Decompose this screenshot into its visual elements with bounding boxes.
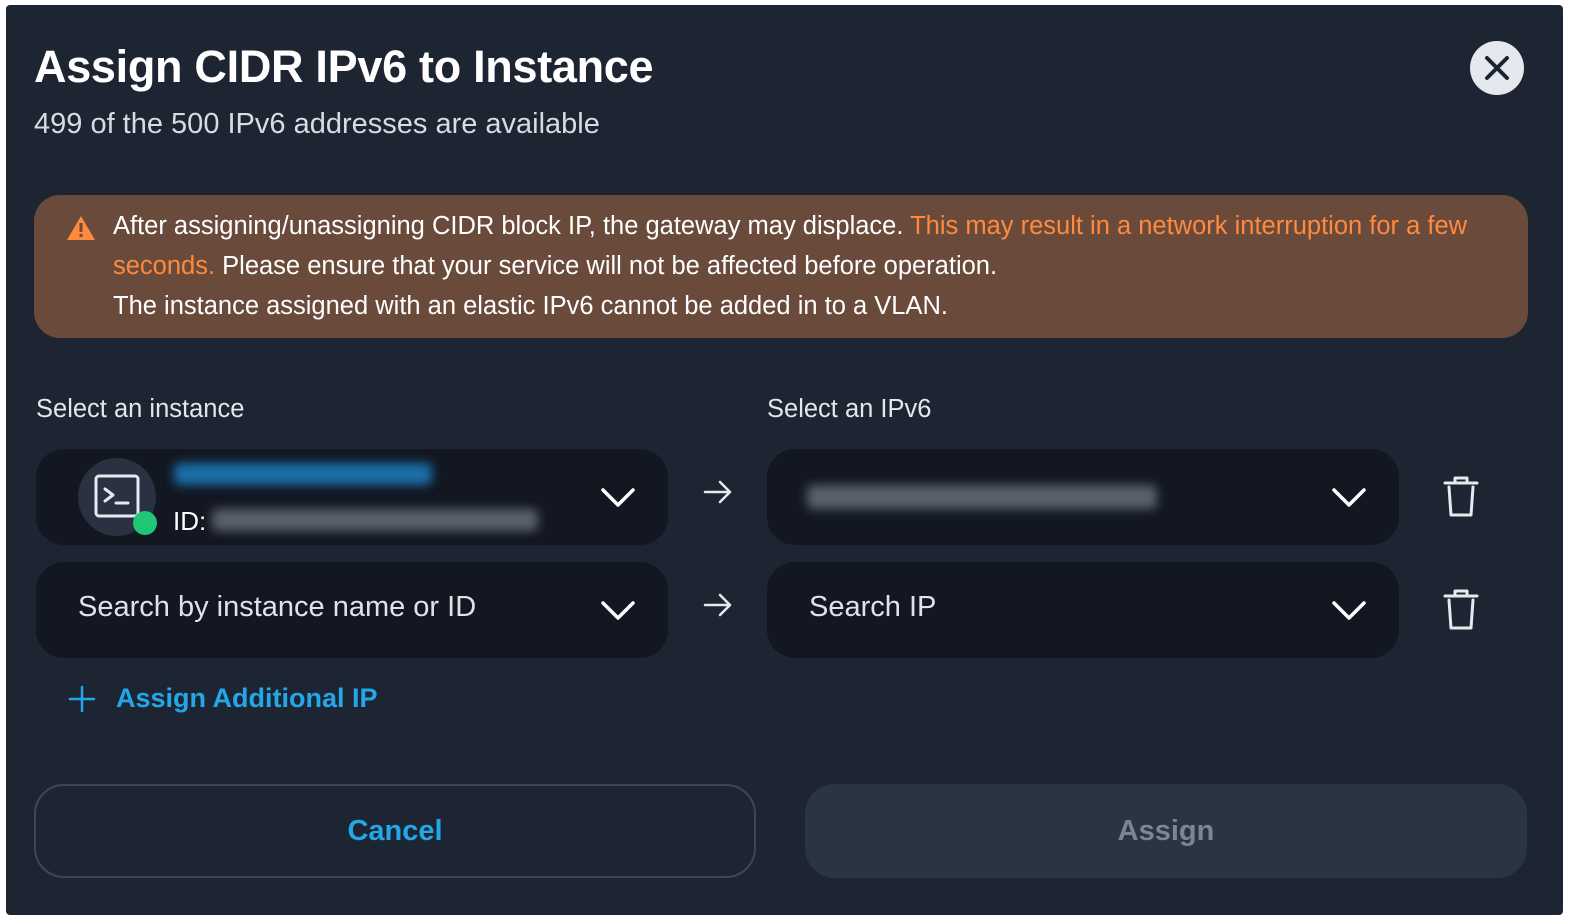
dialog-subtitle: 499 of the 500 IPv6 addresses are availa… [34,108,600,140]
warning-banner: After assigning/unassigning CIDR block I… [34,195,1528,338]
status-indicator [133,511,157,535]
instance-search-placeholder[interactable]: Search by instance name or ID [78,591,476,624]
warning-text: After assigning/unassigning CIDR block I… [113,206,1503,326]
assign-button[interactable]: Assign [805,784,1527,878]
warning-text-line3: The instance assigned with an elastic IP… [113,292,948,320]
dialog-title: Assign CIDR IPv6 to Instance [34,41,654,92]
close-button[interactable] [1470,41,1524,95]
chevron-down-icon[interactable] [1331,481,1367,513]
instance-id-redacted [212,509,538,531]
arrow-right-icon [703,480,732,504]
trash-icon[interactable] [1442,588,1480,632]
arrow-right-icon [703,593,732,617]
select-ipv6-label: Select an IPv6 [767,395,932,423]
instance-select-1[interactable]: ID: [36,449,668,545]
assign-additional-ip-button[interactable]: Assign Additional IP [68,683,378,714]
warning-text-part1: After assigning/unassigning CIDR block I… [113,212,911,240]
assign-additional-ip-label: Assign Additional IP [116,683,378,713]
warning-triangle-icon [67,216,95,240]
cancel-button[interactable]: Cancel [34,784,756,878]
ip-search-placeholder[interactable]: Search IP [809,591,936,624]
chevron-down-icon[interactable] [1331,594,1367,626]
select-instance-label: Select an instance [36,395,245,423]
assign-cidr-dialog: Assign CIDR IPv6 to Instance 499 of the … [6,5,1563,915]
instance-id-label: ID: [173,506,207,536]
trash-icon[interactable] [1442,475,1480,519]
ipv6-select-1[interactable] [767,449,1399,545]
close-icon [1485,56,1509,80]
warning-text-part2: Please ensure that your service will not… [215,252,998,280]
ipv6-value-redacted [807,485,1157,509]
chevron-down-icon[interactable] [600,481,636,513]
plus-icon [68,685,96,712]
instance-select-2[interactable]: Search by instance name or ID [36,562,668,658]
ipv6-select-2[interactable]: Search IP [767,562,1399,658]
chevron-down-icon[interactable] [600,594,636,626]
instance-name-redacted [174,463,432,485]
